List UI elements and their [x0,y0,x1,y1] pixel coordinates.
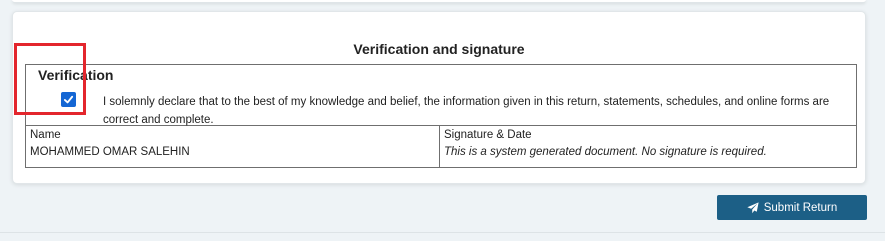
verification-cell: Verification I solemnly declare that to … [25,64,857,126]
declaration-text: I solemnly declare that to the best of m… [103,96,830,126]
signature-value: This is a system generated document. No … [444,146,767,158]
previous-card-edge [12,0,866,3]
page-bottom-divider [0,232,885,233]
verification-card: Verification and signature Verification … [12,11,866,184]
name-value: MOHAMMED OMAR SALEHIN [30,146,190,158]
name-label: Name [30,129,61,141]
submit-label: Submit Return [763,201,838,214]
paper-plane-icon [747,201,759,214]
verification-table: Verification I solemnly declare that to … [25,64,857,168]
verification-heading: Verification [38,67,114,83]
signature-label: Signature & Date [444,129,532,141]
section-title: Verification and signature [353,41,525,57]
signature-cell: Signature & Date This is a system genera… [439,125,857,168]
submit-return-button[interactable]: Submit Return [717,195,867,220]
declaration-checkbox[interactable] [61,92,76,107]
checkmark-icon [63,95,74,104]
name-cell: Name MOHAMMED OMAR SALEHIN [25,125,440,168]
